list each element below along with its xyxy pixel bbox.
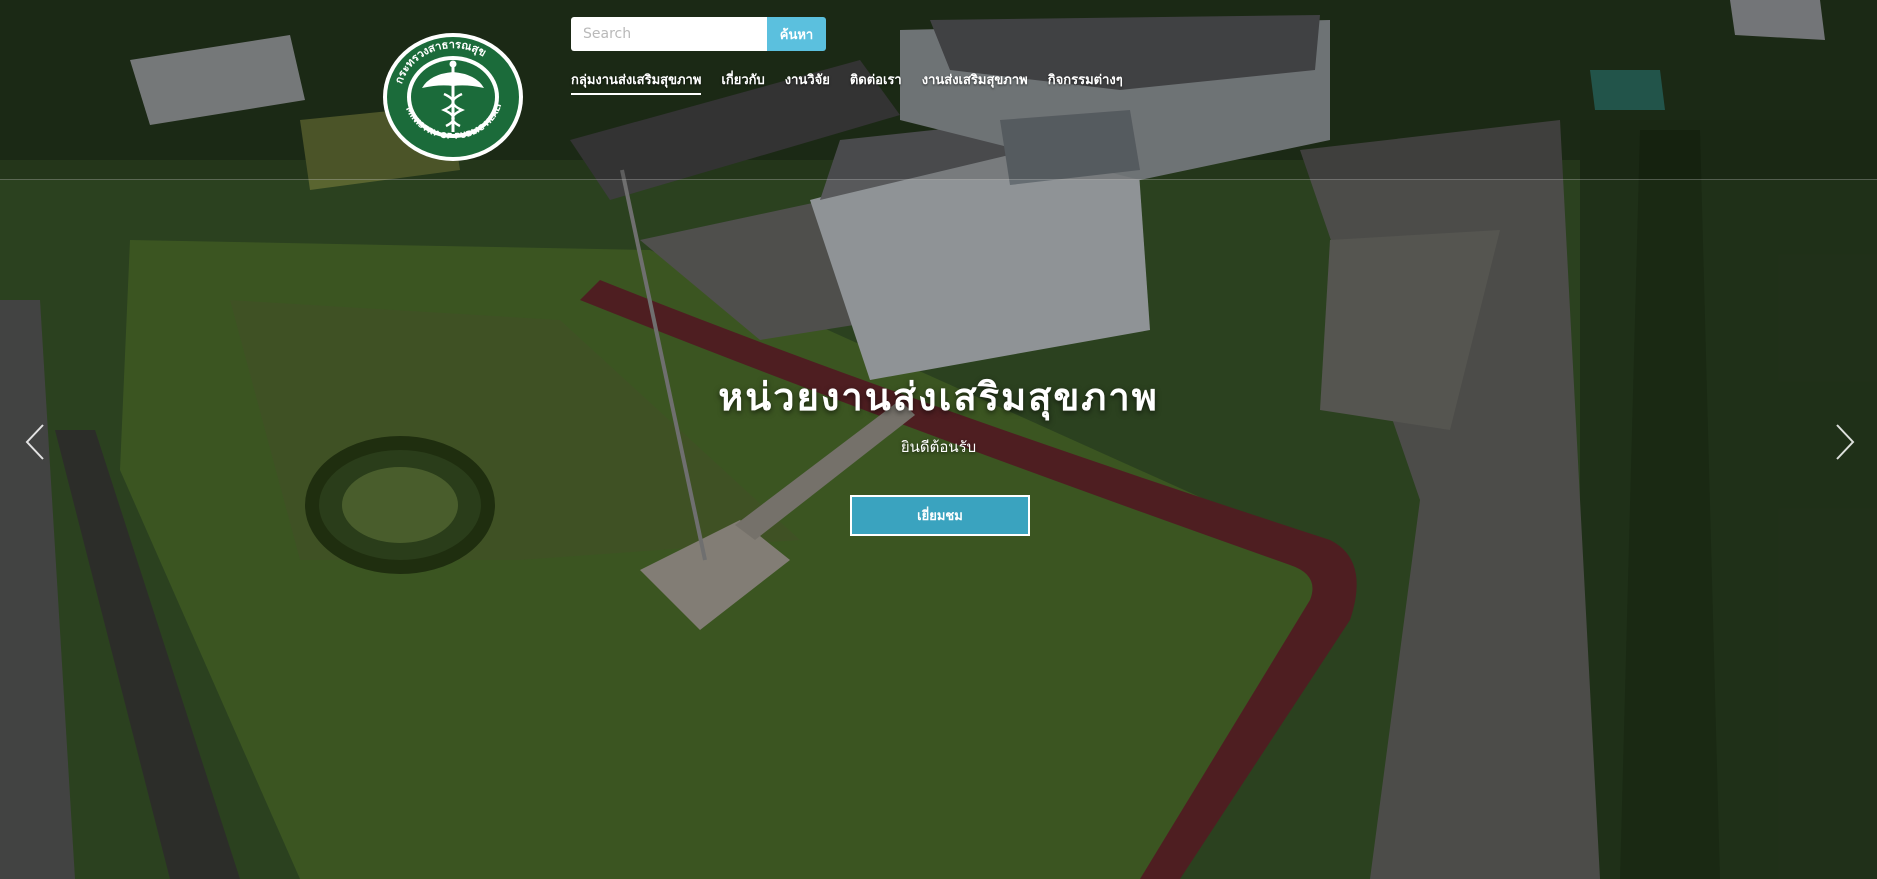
chevron-left-icon [25, 424, 44, 460]
nav-item-about[interactable]: เกี่ยวกับ [721, 69, 764, 95]
nav-item-activities[interactable]: กิจกรรมต่างๆ [1048, 69, 1123, 95]
hero-subtitle: ยินดีต้อนรับ [900, 438, 977, 456]
hero-title: หน่วยงานส่งเสริมสุขภาพ [718, 375, 1159, 419]
ministry-logo[interactable]: กระทรวงสาธารณสุข MINISTRY OF PUBLIC HEAL… [382, 32, 524, 162]
carousel-next-button[interactable] [1830, 420, 1860, 464]
nav-item-contact[interactable]: ติดต่อเรา [850, 69, 902, 95]
carousel-prev-button[interactable] [20, 420, 50, 464]
chevron-right-icon [1836, 424, 1855, 460]
main-nav: กลุ่มงานส่งเสริมสุขภาพ เกี่ยวกับ งานวิจั… [571, 69, 1123, 95]
search-input[interactable] [571, 17, 767, 51]
nav-item-health-promotion-group[interactable]: กลุ่มงานส่งเสริมสุขภาพ [571, 69, 702, 95]
nav-item-health-promotion-work[interactable]: งานส่งเสริมสุขภาพ [922, 69, 1028, 95]
visit-button[interactable]: เยี่ยมชม [850, 495, 1030, 536]
search-form: ค้นหา [571, 17, 826, 51]
hero-slider: กระทรวงสาธารณสุข MINISTRY OF PUBLIC HEAL… [0, 0, 1877, 879]
nav-item-research[interactable]: งานวิจัย [785, 69, 830, 95]
search-button[interactable]: ค้นหา [767, 17, 826, 51]
